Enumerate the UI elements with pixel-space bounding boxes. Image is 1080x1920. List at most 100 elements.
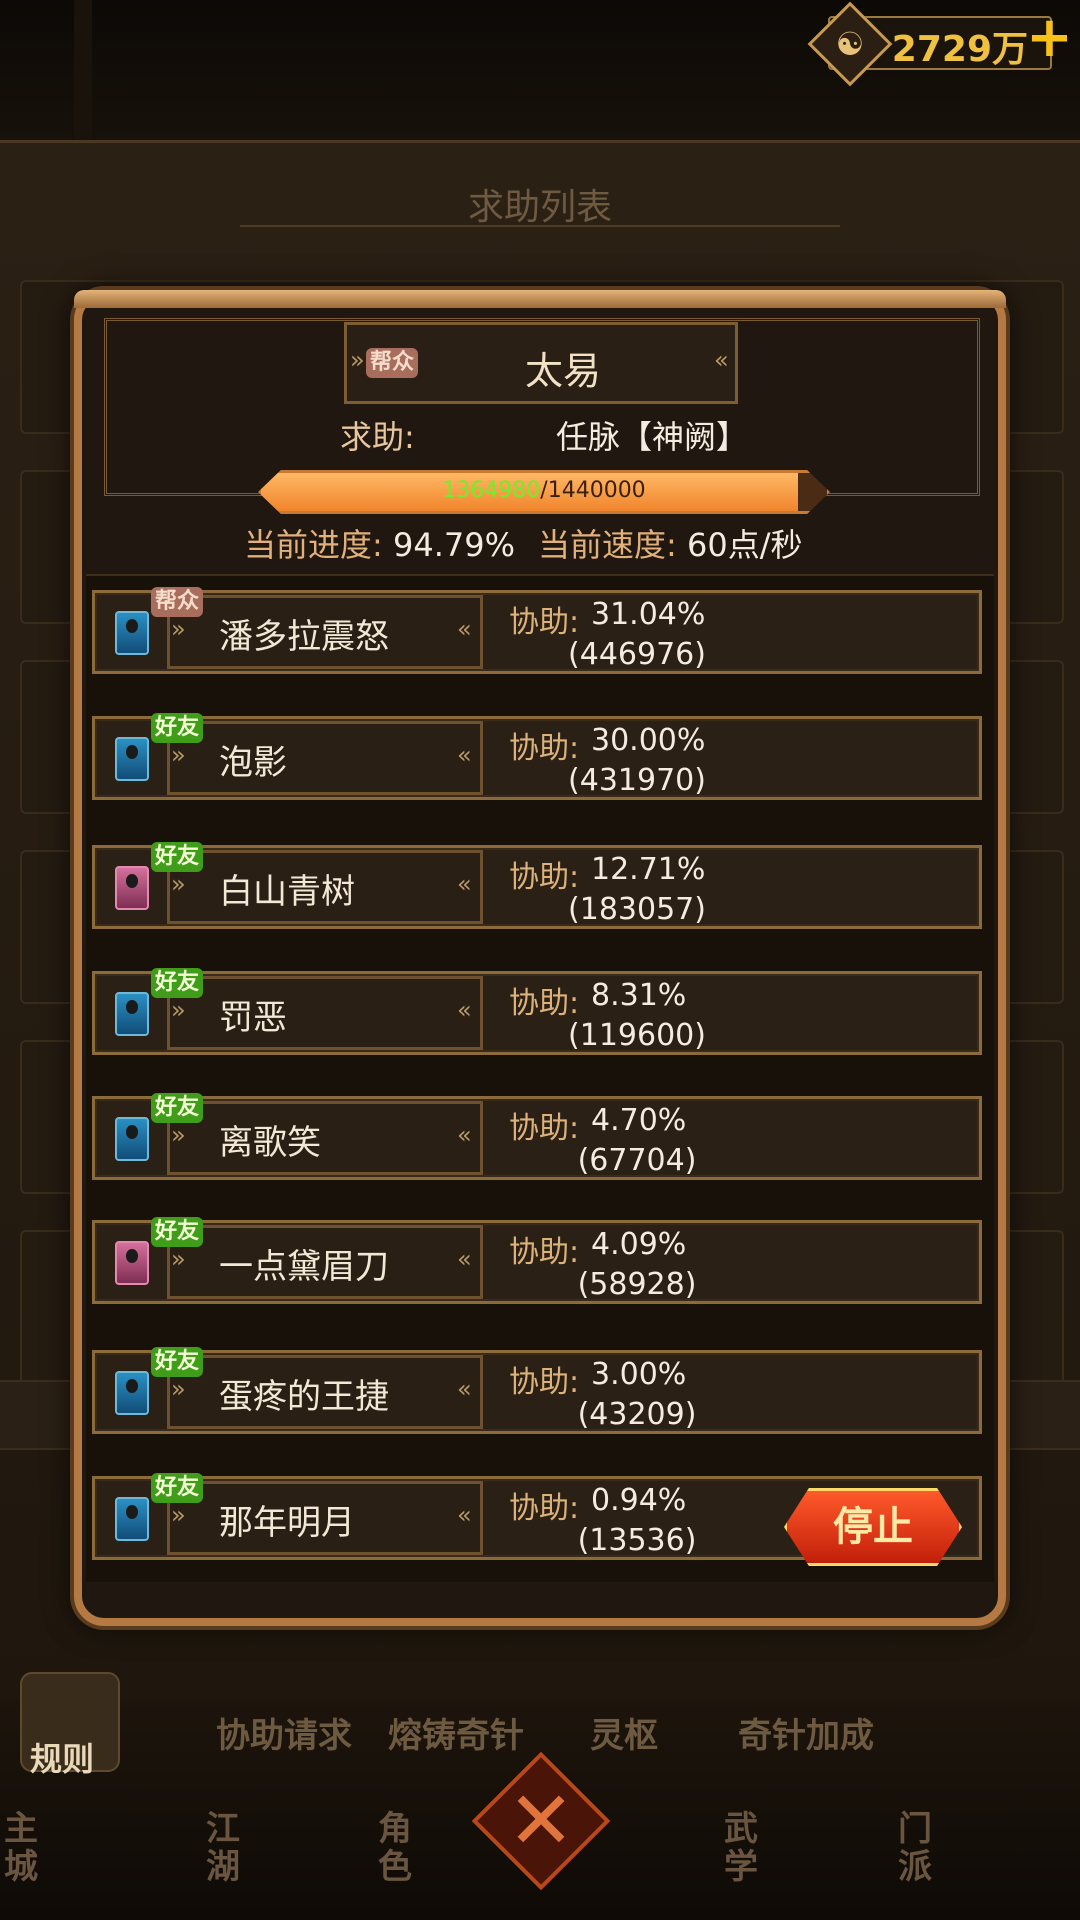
assist-percent: 0.94% — [591, 1483, 687, 1518]
assist-percent: 4.09% — [591, 1227, 687, 1262]
player-name: 泡影 — [219, 743, 287, 783]
progress-text: 1364980/1440000 — [258, 478, 830, 503]
chevron-left-icon: « — [457, 1121, 472, 1149]
friend-tag: 好友 — [151, 842, 204, 872]
helper-row: 好友» « 泡影 协助: 30.00% (431970) — [92, 713, 982, 800]
current-speed-label: 当前速度: — [538, 526, 677, 564]
assist-percent: 31.04% — [591, 597, 706, 632]
progress-current: 1364980 — [442, 478, 541, 503]
friend-tag: 好友 — [151, 1473, 204, 1503]
rules-label: 规则 — [30, 1740, 95, 1778]
player-name: 离歌笑 — [219, 1123, 321, 1163]
nav-character[interactable]: 角色 — [378, 1810, 418, 1886]
tab-forge-needle[interactable]: 熔铸奇针 — [388, 1708, 524, 1757]
chevron-right-icon: » — [171, 1121, 186, 1149]
tab-lingshu[interactable]: 灵枢 — [590, 1708, 658, 1757]
helper-row: 帮众» « 潘多拉震怒 协助: 31.04% (446976) — [92, 587, 982, 674]
assist-percent: 30.00% — [591, 723, 706, 758]
nav-sect[interactable]: 门派 — [898, 1810, 938, 1886]
close-icon: ✕ — [507, 1774, 575, 1867]
assist-points: (43209) — [577, 1397, 697, 1432]
player-avatar[interactable] — [115, 1241, 149, 1285]
assist-percent: 3.00% — [591, 1357, 687, 1392]
current-progress: 当前进度: 94.79% — [244, 520, 515, 566]
chevron-left-icon: « — [457, 996, 472, 1024]
player-name-box — [167, 721, 483, 795]
assist-label: 协助: — [509, 1491, 580, 1526]
current-speed-value: 60点/秒 — [686, 526, 803, 564]
chevron-left-icon: « — [457, 870, 472, 898]
chevron-left-icon: « — [457, 615, 472, 643]
plus-icon[interactable]: + — [1026, 8, 1073, 68]
nav-main-city[interactable]: 主城 — [4, 1810, 44, 1886]
assist-label: 协助: — [509, 1111, 580, 1146]
current-progress-value: 94.79% — [392, 526, 515, 564]
chevron-right-icon: » — [350, 346, 365, 374]
chevron-left-icon: « — [714, 346, 729, 374]
friend-tag: 好友 — [151, 1347, 204, 1377]
assist-label: 协助: — [509, 860, 580, 895]
friend-tag: 好友 — [151, 713, 204, 743]
helper-row: 好友» « 白山青树 协助: 12.71% (183057) — [92, 842, 982, 929]
tab-needle-bonus[interactable]: 奇针加成 — [738, 1708, 874, 1757]
assist-points: (58928) — [577, 1267, 697, 1302]
chevron-right-icon: » — [171, 1245, 186, 1273]
assist-points: (67704) — [577, 1143, 697, 1178]
chevron-right-icon: » — [171, 870, 186, 898]
chevron-right-icon: » — [171, 996, 186, 1024]
taiji-symbol-icon: ☯ — [835, 25, 865, 63]
assist-percent: 4.70% — [591, 1103, 687, 1138]
background-title: 求助列表 — [467, 187, 612, 228]
player-avatar[interactable] — [115, 866, 149, 910]
player-name-box — [167, 1101, 483, 1175]
friend-tag: 好友 — [151, 968, 204, 998]
chevron-right-icon: » — [171, 1375, 186, 1403]
tab-assist-requests[interactable]: 协助请求 — [216, 1708, 352, 1757]
chevron-left-icon: « — [457, 1501, 472, 1529]
assist-points: (13536) — [577, 1523, 697, 1558]
assist-percent: 8.31% — [591, 978, 687, 1013]
player-name-box — [167, 976, 483, 1050]
assist-points: (183057) — [568, 892, 706, 927]
target-player-name: 太易 — [524, 349, 601, 393]
current-progress-label: 当前进度: — [244, 526, 383, 564]
helper-row: 好友» « 罚恶 协助: 8.31% (119600) — [92, 968, 982, 1055]
chevron-left-icon: « — [457, 1245, 472, 1273]
assist-percent: 12.71% — [591, 852, 706, 887]
player-avatar[interactable] — [115, 992, 149, 1036]
assist-label: 协助: — [509, 731, 580, 766]
assist-label: 协助: — [509, 1365, 580, 1400]
player-avatar[interactable] — [115, 1497, 149, 1541]
player-avatar[interactable] — [115, 1371, 149, 1415]
currency-amount: 2729万 — [891, 29, 1028, 70]
chevron-right-icon: » — [171, 615, 186, 643]
guild-member-tag: 帮众 — [151, 587, 204, 617]
player-name: 那年明月 — [219, 1503, 355, 1543]
chevron-left-icon: « — [457, 741, 472, 769]
nav-martial-arts[interactable]: 武学 — [724, 1810, 764, 1886]
chevron-left-icon: « — [457, 1375, 472, 1403]
helper-row: 好友» « 一点黛眉刀 协助: 4.09% (58928) — [92, 1217, 982, 1304]
assist-label: 协助: — [509, 605, 580, 640]
stop-button[interactable]: 停止 — [784, 1488, 962, 1566]
chevron-right-icon: » — [171, 741, 186, 769]
assist-label: 协助: — [509, 1235, 580, 1270]
player-name: 一点黛眉刀 — [219, 1247, 389, 1287]
player-avatar[interactable] — [115, 737, 149, 781]
assist-label: 协助: — [509, 986, 580, 1021]
background-pole — [74, 0, 92, 140]
progress-max: 1440000 — [547, 478, 646, 503]
friend-tag: 好友 — [151, 1093, 204, 1123]
player-name: 罚恶 — [219, 998, 287, 1038]
friend-tag: 好友 — [151, 1217, 204, 1247]
request-label: 求助: — [340, 418, 415, 456]
nav-jianghu[interactable]: 江湖 — [206, 1810, 246, 1886]
player-name: 蛋疼的王捷 — [219, 1377, 389, 1417]
player-name: 白山青树 — [219, 872, 355, 912]
request-acupoint: 任脉【神阙】 — [556, 418, 749, 456]
assist-points: (431970) — [568, 763, 706, 798]
player-avatar[interactable] — [115, 611, 149, 655]
player-avatar[interactable] — [115, 1117, 149, 1161]
helper-row: 好友» « 蛋疼的王捷 协助: 3.00% (43209) — [92, 1347, 982, 1434]
background-title-divider — [240, 225, 840, 227]
